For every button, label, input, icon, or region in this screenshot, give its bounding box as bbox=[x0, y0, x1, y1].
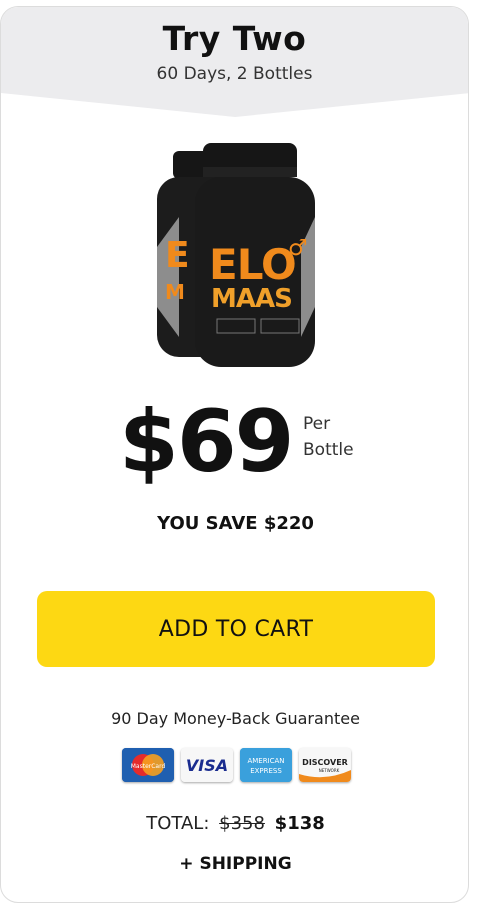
svg-text:EXPRESS: EXPRESS bbox=[250, 767, 282, 775]
svg-text:E: E bbox=[165, 235, 190, 276]
mastercard-icon: MasterCard bbox=[122, 748, 174, 782]
plan-subtitle: 60 Days, 2 Bottles bbox=[156, 64, 313, 84]
product-image: E M ELO ♂ MAAS bbox=[151, 137, 323, 369]
savings-text: YOU SAVE $220 bbox=[157, 513, 314, 534]
visa-icon: VISA bbox=[181, 748, 233, 782]
guarantee-text: 90 Day Money-Back Guarantee bbox=[111, 709, 360, 728]
total-label: TOTAL: bbox=[146, 813, 210, 834]
original-price: $358 bbox=[219, 813, 265, 834]
price-block: $69 Per Bottle bbox=[119, 387, 379, 497]
svg-text:AMERICAN: AMERICAN bbox=[247, 757, 284, 765]
pricing-card: Try Two 60 Days, 2 Bottles E M ELO ♂ MAA… bbox=[0, 6, 469, 903]
price-unit: Per Bottle bbox=[303, 414, 354, 460]
svg-text:M: M bbox=[165, 280, 185, 304]
svg-text:VISA: VISA bbox=[186, 756, 228, 775]
svg-text:ELO: ELO bbox=[209, 240, 296, 289]
svg-text:MasterCard: MasterCard bbox=[131, 763, 166, 770]
amex-icon: AMERICAN EXPRESS bbox=[240, 748, 292, 782]
shipping-note: + SHIPPING bbox=[179, 854, 292, 874]
order-total: TOTAL: $358 $138 bbox=[1, 813, 468, 834]
discounted-price: $138 bbox=[274, 813, 325, 834]
add-to-cart-button[interactable]: ADD TO CART bbox=[37, 591, 435, 667]
discover-icon: DISCOVER NETWORK bbox=[299, 748, 351, 782]
plan-title: Try Two bbox=[162, 19, 307, 58]
svg-text:♂: ♂ bbox=[288, 236, 308, 261]
bottle-front: ELO ♂ MAAS bbox=[195, 143, 315, 367]
svg-text:DISCOVER: DISCOVER bbox=[302, 758, 348, 767]
payment-methods: MasterCard VISA AMERICAN EXPRESS DISCOVE… bbox=[122, 748, 362, 784]
card-header: Try Two 60 Days, 2 Bottles bbox=[1, 7, 468, 123]
price-per-bottle: $69 bbox=[119, 392, 295, 492]
svg-text:MAAS: MAAS bbox=[211, 284, 292, 314]
svg-text:NETWORK: NETWORK bbox=[319, 768, 340, 773]
